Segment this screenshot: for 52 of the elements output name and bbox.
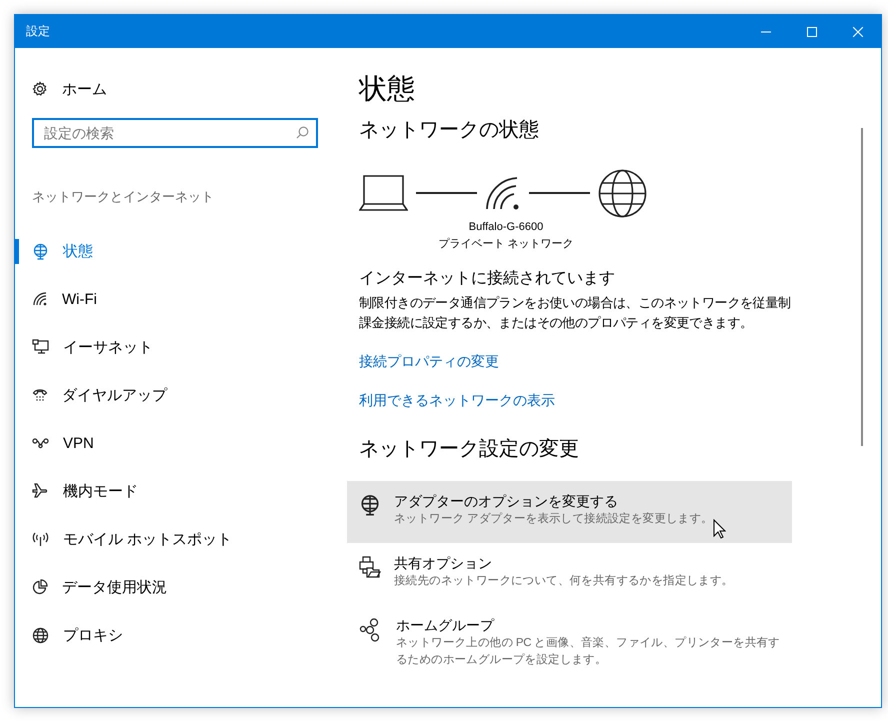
nav-item[interactable]: ダイヤルアップ [15, 371, 331, 419]
option-item[interactable]: アダプターのオプションを変更する ネットワーク アダプターを表示して接続設定を変更します。 [347, 481, 792, 543]
link[interactable]: 利用できるネットワークの表示 [359, 392, 555, 410]
page-title: 状態 [359, 72, 416, 106]
wifi-icon [32, 291, 48, 307]
nav-item[interactable]: Wi-Fi [15, 275, 331, 323]
link[interactable]: 接続プロパティの変更 [359, 353, 499, 371]
search-field[interactable]: 設定の検索 [32, 118, 318, 148]
ethernet-monitor-icon [32, 339, 49, 355]
option-item[interactable]: ホームグループ ネットワーク上の他の PC と画像、音楽、ファイル、プリンターを共有するためのホームグループを設定します。 [347, 605, 792, 679]
nav-item[interactable]: 状態 [15, 227, 331, 275]
option-item[interactable]: 共有オプション 接続先のネットワークについて、何を共有するかを指定します。 [347, 543, 792, 605]
scrollbar[interactable] [861, 128, 863, 446]
connection-status: インターネットに接続されています [359, 268, 616, 289]
close-icon [853, 26, 863, 36]
nav-item[interactable]: プロキシ [15, 611, 331, 659]
pie-chart-icon [32, 579, 48, 595]
laptop-icon [359, 175, 408, 211]
nav-item[interactable]: 機内モード [15, 467, 331, 515]
option-title: アダプターのオプションを変更する [394, 492, 619, 511]
option-description: 接続先のネットワークについて、何を共有するかを指定します。 [394, 574, 734, 589]
globe-monitor-icon [359, 494, 381, 516]
globe-monitor-icon [32, 242, 49, 260]
telephone-icon [32, 387, 48, 403]
nav-item[interactable]: VPN [15, 419, 331, 467]
home-link[interactable]: ホーム [32, 78, 331, 100]
nav-item[interactable]: データ使用状況 [15, 563, 331, 611]
globe-icon [32, 626, 49, 644]
nav-item[interactable]: モバイル ホットスポット [15, 515, 331, 563]
option-description: ネットワーク上の他の PC と画像、音楽、ファイル、プリンターを共有するためのホームグループを設定します。 [396, 635, 780, 668]
nav-item[interactable]: イーサネット [15, 323, 331, 371]
section-label: ネットワークとインターネット [32, 188, 215, 206]
section-heading: ネットワーク設定の変更 [359, 437, 580, 462]
settings-icon [32, 81, 48, 97]
option-title: ホームグループ [396, 616, 496, 635]
maximize-icon [807, 26, 817, 36]
section-heading: ネットワークの状態 [359, 118, 540, 143]
printer-folder-icon [359, 556, 381, 578]
description-text: 制限付きのデータ通信プランをお使いの場合は、このネットワークを従量制課金接続に設定するか、またはその他のプロパティを変更できます。 [359, 294, 792, 332]
window-title: 設定 [26, 23, 51, 40]
vpn-icon [32, 437, 49, 449]
network-type: プライベート ネットワーク [438, 236, 574, 252]
mouse-pointer-icon [713, 519, 726, 539]
search-icon [296, 126, 309, 139]
antenna-icon [32, 531, 49, 547]
option-title: 共有オプション [394, 554, 493, 573]
minimize-icon [761, 30, 771, 32]
option-description: ネットワーク アダプターを表示して接続設定を変更します。 [394, 511, 713, 527]
wifi-icon [485, 175, 521, 211]
network-name: Buffalo-G-6600 [468, 220, 544, 235]
globe-icon [598, 168, 647, 218]
airplane-icon [32, 483, 49, 499]
